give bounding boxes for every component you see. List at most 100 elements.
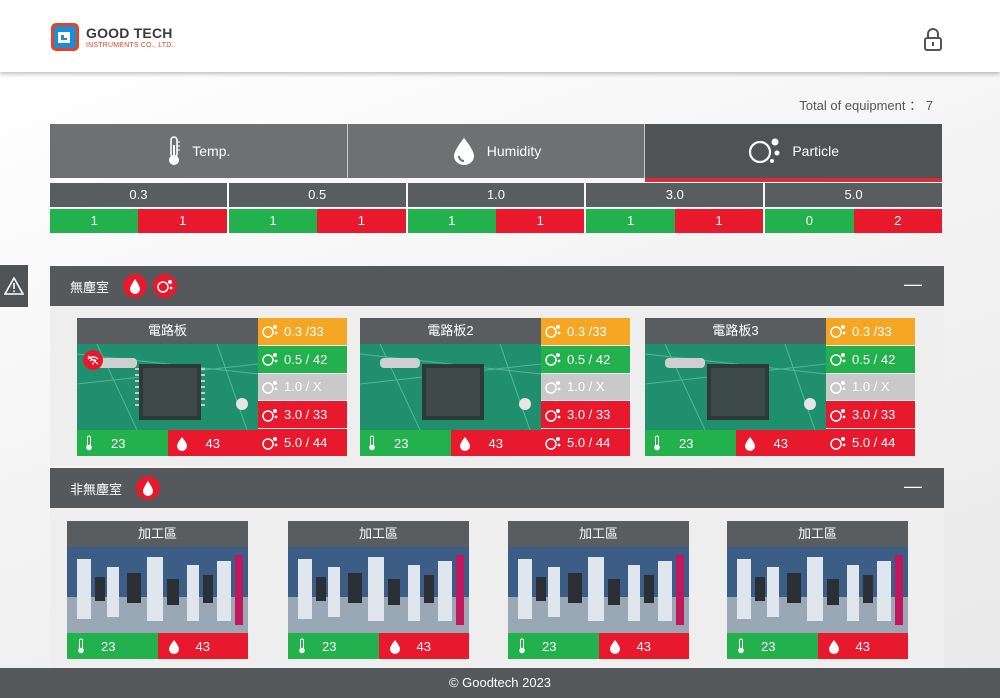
particle-icon — [545, 380, 561, 394]
device-card[interactable]: 電路板3 23 43 0.3 /33 0.5 / 42 1.0 / X 3.0 … — [645, 318, 915, 456]
equipment-total-value: 7 — [925, 98, 933, 113]
production-line-image — [727, 547, 908, 633]
size-ok-count[interactable]: 1 — [228, 209, 318, 233]
particle-icon — [262, 408, 278, 422]
particle-readings: 0.3 /33 0.5 / 42 1.0 / X 3.0 / 33 5.0 / … — [541, 318, 630, 456]
particle-icon — [749, 138, 780, 164]
section-header-non-cleanroom[interactable]: 非無塵室 — — [50, 468, 944, 508]
humidity-value: 43 — [416, 638, 431, 654]
device-card[interactable]: 加工區 23 43 — [67, 521, 248, 659]
size-alarm-count[interactable]: 1 — [674, 209, 764, 233]
lock-icon[interactable] — [923, 28, 943, 52]
size-header: 0.3 — [50, 183, 227, 207]
size-ok-count[interactable]: 1 — [50, 209, 139, 233]
size-header: 1.0 — [407, 183, 585, 207]
temperature-reading: 23 — [645, 430, 736, 456]
temperature-value: 23 — [679, 435, 694, 451]
humidity-reading: 43 — [450, 430, 541, 456]
humidity-value: 43 — [205, 435, 220, 451]
sensor-type-tabs: Temp. Humidity Particle — [50, 124, 943, 182]
particle-readings: 0.3 /33 0.5 / 42 1.0 / X 3.0 / 33 5.0 / … — [258, 318, 347, 456]
size-ok-count[interactable]: 1 — [407, 209, 496, 233]
section-title: 無塵室 — [70, 279, 110, 295]
device-name: 電路板3 — [645, 318, 826, 344]
tab-temp[interactable]: Temp. — [50, 124, 348, 178]
particle-reading: 0.5 / 42 — [541, 345, 630, 373]
size-alarm-count[interactable]: 1 — [138, 209, 227, 233]
particle-reading: 5.0 / 44 — [541, 429, 630, 456]
particle-alarm-icon — [153, 274, 178, 298]
warning-icon — [4, 277, 24, 295]
thermometer-icon — [519, 638, 525, 654]
temperature-reading: 23 — [508, 633, 599, 659]
temperature-value: 23 — [101, 638, 116, 654]
particle-icon — [830, 380, 846, 394]
size-header: 3.0 — [586, 183, 764, 207]
particle-value: 0.5 / 42 — [567, 351, 611, 367]
particle-value: 1.0 / X — [284, 379, 322, 395]
temperature-reading: 23 — [77, 430, 168, 456]
particle-icon — [545, 353, 561, 366]
water-drop-icon — [453, 138, 474, 165]
particle-icon — [830, 325, 846, 339]
tab-temp-label: Temp. — [192, 143, 231, 159]
size-alarm-count[interactable]: 1 — [317, 209, 406, 233]
size-alarm-count[interactable]: 2 — [853, 209, 942, 233]
thermometer-icon — [369, 435, 375, 451]
temperature-value: 23 — [111, 435, 126, 451]
humidity-reading: 43 — [735, 430, 826, 456]
device-card[interactable]: 電路板 23 43 0.3 /33 0.5 / 42 1.0 / X 3.0 /… — [77, 318, 347, 456]
particle-icon — [545, 436, 561, 450]
circuit-board-image — [645, 344, 826, 430]
section-header-cleanroom[interactable]: 無塵室 — — [50, 266, 944, 306]
particle-icon — [830, 408, 846, 422]
collapse-button[interactable]: — — [904, 476, 922, 497]
particle-icon — [262, 325, 278, 339]
device-card[interactable]: 加工區 23 43 — [288, 521, 469, 659]
particle-reading: 0.5 / 42 — [258, 345, 347, 373]
size-ok-count[interactable]: 0 — [765, 209, 854, 233]
size-header: 5.0 — [765, 183, 942, 207]
particle-value: 3.0 / 33 — [852, 407, 896, 423]
particle-reading: 0.5 / 42 — [826, 345, 915, 373]
temperature-reading: 23 — [360, 430, 451, 456]
tab-particle[interactable]: Particle — [645, 124, 943, 182]
production-line-image — [508, 547, 689, 633]
device-name: 電路板2 — [360, 318, 541, 344]
particle-value: 5.0 / 44 — [284, 435, 328, 451]
logo-main-text: GOOD TECH — [86, 24, 173, 41]
collapse-button[interactable]: — — [904, 274, 922, 295]
particle-reading: 5.0 / 44 — [258, 429, 347, 456]
device-card[interactable]: 電路板2 23 43 0.3 /33 0.5 / 42 1.0 / X 3.0 … — [360, 318, 630, 456]
device-name: 加工區 — [727, 521, 908, 547]
humidity-reading: 43 — [378, 633, 469, 659]
particle-size-summary: 0.3 1 1 0.5 1 1 1.0 1 1 3.0 1 1 5.0 0 2 — [50, 183, 942, 233]
particle-icon — [262, 380, 278, 394]
temperature-value: 23 — [542, 638, 557, 654]
size-ok-count[interactable]: 1 — [586, 209, 675, 233]
humidity-value: 43 — [195, 638, 210, 654]
tab-humidity[interactable]: Humidity — [347, 124, 646, 178]
section-title: 非無塵室 — [70, 481, 123, 497]
device-card[interactable]: 加工區 23 43 — [727, 521, 908, 659]
alert-side-button[interactable] — [0, 265, 28, 307]
device-name: 加工區 — [508, 521, 689, 547]
temperature-reading: 23 — [67, 633, 158, 659]
particle-icon — [262, 436, 278, 450]
particle-icon — [830, 353, 846, 366]
size-column-03: 0.3 1 1 — [50, 183, 227, 233]
particle-value: 3.0 / 33 — [567, 407, 611, 423]
size-alarm-count[interactable]: 1 — [496, 209, 585, 233]
device-name: 加工區 — [67, 521, 248, 547]
particle-value: 0.3 /33 — [567, 323, 607, 339]
particle-reading: 0.3 /33 — [826, 318, 915, 345]
humidity-alarm-icon — [136, 476, 161, 500]
humidity-reading: 43 — [157, 633, 248, 659]
water-drop-icon — [828, 639, 839, 654]
equipment-total-label: Total of equipment — [799, 98, 906, 113]
device-card[interactable]: 加工區 23 43 — [508, 521, 689, 659]
footer-copyright: © Goodtech 2023 — [448, 675, 552, 690]
circuit-board-image — [77, 344, 258, 430]
thermometer-icon — [78, 638, 84, 654]
humidity-value: 43 — [773, 435, 788, 451]
